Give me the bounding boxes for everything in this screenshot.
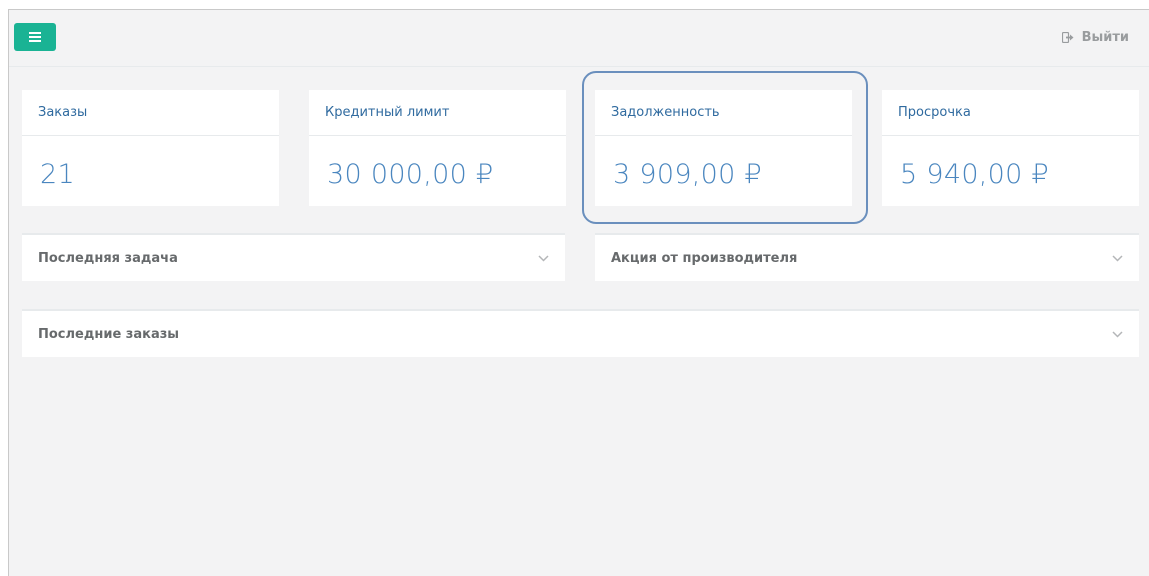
logout-link[interactable]: Выйти [1061,27,1129,47]
manufacturer-promo-panel-title: Акция от производителя [611,250,798,266]
manufacturer-promo-panel[interactable]: Акция от производителя [595,233,1139,281]
last-task-panel-title: Последняя задача [38,250,178,266]
orders-card: Заказы 21 [22,90,279,206]
top-navbar: Выйти [9,10,1149,67]
sign-out-icon [1061,31,1074,43]
app-frame: Выйти Заказы 21 Кредитный лимит 30 000,0… [8,9,1149,576]
credit-limit-card-value: 30 000,00 ₽ [327,159,494,190]
last-orders-panel-title: Последние заказы [38,326,180,342]
hamburger-icon [29,32,41,42]
orders-card-value: 21 [40,159,75,190]
last-task-panel[interactable]: Последняя задача [22,233,565,281]
last-orders-panel[interactable]: Последние заказы [22,309,1139,357]
debt-card-value: 3 909,00 ₽ [613,159,762,190]
menu-toggle-button[interactable] [14,23,56,51]
logout-label: Выйти [1081,29,1129,45]
credit-limit-card: Кредитный лимит 30 000,00 ₽ [309,90,566,206]
debt-card-title: Задолженность [595,90,852,136]
overdue-card-title: Просрочка [882,90,1139,136]
overdue-card-value: 5 940,00 ₽ [900,159,1049,190]
orders-card-title: Заказы [22,90,279,136]
chevron-down-icon[interactable] [1112,254,1123,262]
credit-limit-card-title: Кредитный лимит [309,90,566,136]
chevron-down-icon[interactable] [538,254,549,262]
overdue-card: Просрочка 5 940,00 ₽ [882,90,1139,206]
chevron-down-icon[interactable] [1112,330,1123,338]
debt-card: Задолженность 3 909,00 ₽ [595,90,852,206]
